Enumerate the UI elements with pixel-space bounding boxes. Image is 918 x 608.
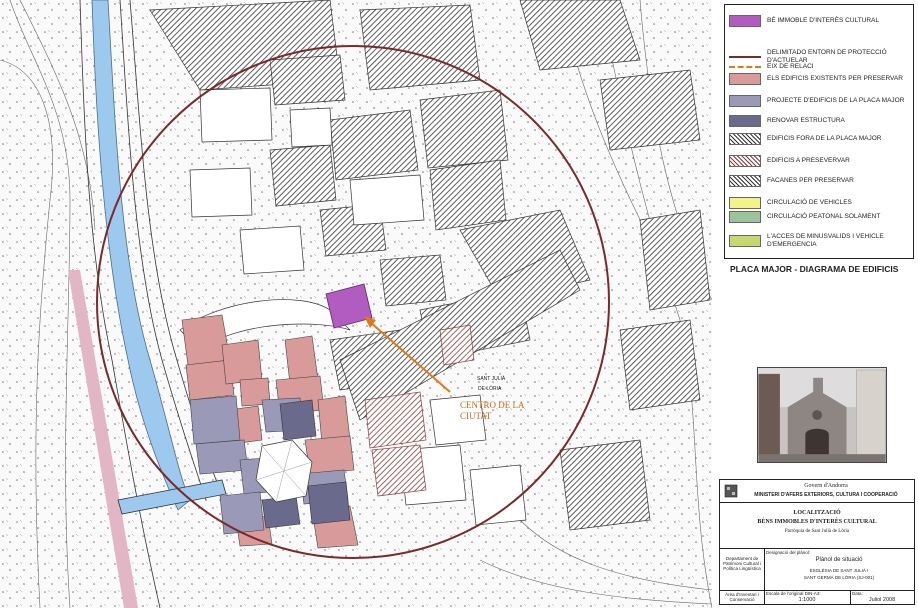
legend-swatch-hatch-red xyxy=(729,155,761,167)
legend-swatch-hatch xyxy=(729,175,761,187)
plan-description-2: SANT GERMÀ DE LÒRIA (SJ-001) xyxy=(803,575,875,580)
legend-item-to-preserve: EDIFICIS A PRESEVERVAR xyxy=(729,155,911,167)
legend-item-pedestrian: CIRCULACIÓ PEATONAL SOLAMENT xyxy=(729,211,911,223)
date-value: Juliol 2008 xyxy=(868,597,896,603)
legend-swatch-axis-line xyxy=(729,65,761,68)
legend-item-outside-plaza: EDIFICIS FORA DE LA PLACA MAJOR xyxy=(729,133,911,145)
andorra-crest-icon xyxy=(724,484,738,498)
left-building xyxy=(758,373,780,457)
legend-item-disabled-access: L'ACCES DE MINUSVALIDS I VEHICLE D'EMERG… xyxy=(729,233,911,248)
legend-item-axis: EIX DE RELACI xyxy=(729,63,911,71)
legend-item-bic: BÉ IMMOBLE D'INTERÈS CULTURAL xyxy=(729,15,911,27)
department-name: Departament de Patrimoni Cultural i Polí… xyxy=(722,556,761,571)
legend-swatch-vehicles xyxy=(729,197,761,209)
scale-label: Escala de l'original DIN-A3: xyxy=(766,591,821,596)
church-photo xyxy=(757,367,887,463)
legend-item-existing-preserve: ELS EDIFICIS EXISTENTS PER PRESERVAR xyxy=(729,73,911,85)
legend-label: DELIMITADO ENTORN DE PROTECCIÓ D'ACTUELA… xyxy=(767,49,887,64)
plan-name: Plànol de situació xyxy=(815,557,863,563)
ministry-name: MINISTERI D'AFERS EXTERIORS, CULTURA I C… xyxy=(754,492,898,498)
plan-description-1: ESGLÉSIA DE SANT JULIÀ I xyxy=(809,568,869,573)
legend-item-vehicles: CIRCULACIÓ DE VEHICLES xyxy=(729,197,911,209)
legend-label: CIRCULACIÓ PEATONAL SOLAMENT xyxy=(767,213,881,221)
scale-value: 1:1000 xyxy=(798,597,816,603)
localization-title: LOCALITZACIÓ xyxy=(793,510,841,516)
legend-swatch-disabled-access xyxy=(729,234,761,247)
legend-label: ELS EDIFICIS EXISTENTS PER PRESERVAR xyxy=(767,75,903,83)
govern-name: Govern d'Andorra xyxy=(804,483,848,489)
parish-name: Parròquia de Sant Julià de Lòria xyxy=(784,529,850,534)
legend-label: L'ACCES DE MINUSVALIDS I VEHICLE D'EMERG… xyxy=(767,233,884,248)
street-label-sant-julia: SANT JULIÀ xyxy=(477,376,506,382)
legend-item-renovate: RENOVAR ESTRUCTURA xyxy=(729,115,911,127)
plan-designation-label: Designació del plànol: xyxy=(766,550,811,555)
legend-item-facades: FACANES PER PRESERVAR xyxy=(729,175,911,187)
legend-swatch-hatch xyxy=(729,133,761,145)
site-plan-map xyxy=(0,0,712,608)
legend-label: EDIFICIS A PRESEVERVAR xyxy=(767,157,850,165)
legend-swatch-project xyxy=(729,95,761,107)
legend-label: FACANES PER PRESERVAR xyxy=(767,177,854,185)
legend-swatch-boundary-line xyxy=(729,55,761,58)
city-centre-label-line-1: CENTRO DE LA xyxy=(460,400,525,410)
date-label: Data: xyxy=(852,591,863,596)
legend-label: EIX DE RELACI xyxy=(767,63,814,70)
legend-swatch-preserve xyxy=(729,73,761,85)
plan-title: PLACA MAJOR - DIAGRAMA DE EDIFICIS xyxy=(730,264,899,274)
city-centre-label-line-2: CIUTAT xyxy=(460,411,492,421)
legend-label: BÉ IMMOBLE D'INTERÈS CULTURAL xyxy=(767,17,880,25)
title-block: Govern d'Andorra MINISTERI D'AFERS EXTER… xyxy=(719,479,915,605)
legend-label: CIRCULACIÓ DE VEHICLES xyxy=(767,199,852,207)
legend-label: RENOVAR ESTRUCTURA xyxy=(767,117,845,125)
legend-label: EDIFICIS FORA DE LA PLACA MAJOR xyxy=(767,135,882,143)
city-centre-label: CENTRO DE LA CIUTAT xyxy=(460,400,525,422)
legend-swatch-renovate xyxy=(729,115,761,127)
heritage-title: BÉNS IMMOBLES D'INTERÈS CULTURAL xyxy=(757,519,877,525)
right-building xyxy=(856,369,886,459)
legend-swatch-pedestrian xyxy=(729,211,761,223)
map-legend: BÉ IMMOBLE D'INTERÈS CULTURAL DELIMITADO… xyxy=(724,4,914,259)
legend-swatch-bic xyxy=(729,15,761,27)
legend-item-protection-boundary: DELIMITADO ENTORN DE PROTECCIÓ D'ACTUELA… xyxy=(729,49,911,64)
area-name: Àrea d'Inventari i Conservació xyxy=(725,592,759,602)
legend-label: PROJECTE D'EDIFICIS DE LA PLACA MAJOR xyxy=(767,97,905,105)
legend-item-plaza-project: PROJECTE D'EDIFICIS DE LA PLACA MAJOR xyxy=(729,95,911,107)
street-label-de-loria: DE LÒRIA xyxy=(478,386,502,392)
